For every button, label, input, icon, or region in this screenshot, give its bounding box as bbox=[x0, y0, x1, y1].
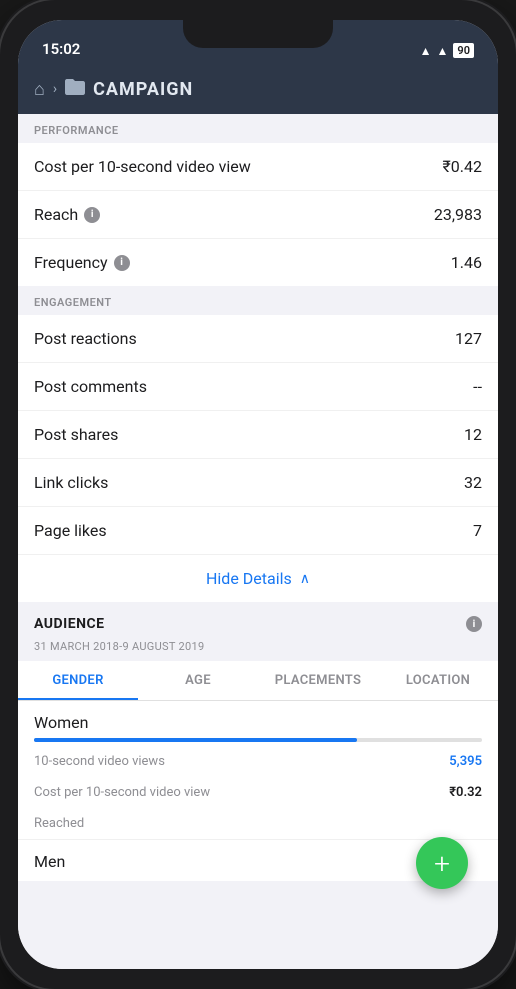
women-video-views-row: 10-second video views 5,395 bbox=[18, 746, 498, 777]
metric-row-post-shares: Post shares 12 bbox=[18, 411, 498, 459]
audience-section: AUDIENCE i 31 MARCH 2018-9 AUGUST 2019 bbox=[18, 602, 498, 661]
main-content: PERFORMANCE Cost per 10-second video vie… bbox=[18, 114, 498, 969]
metric-row-link-clicks: Link clicks 32 bbox=[18, 459, 498, 507]
women-reached-row: Reached bbox=[18, 808, 498, 839]
performance-section-header: PERFORMANCE bbox=[18, 114, 498, 143]
chevron-up-icon: ∧ bbox=[300, 571, 310, 587]
women-video-views-label: 10-second video views bbox=[34, 754, 165, 769]
nav-bar: ⌂ › CAMPAIGN bbox=[18, 64, 498, 114]
women-reached-label: Reached bbox=[34, 816, 84, 831]
metric-value-reach: 23,983 bbox=[434, 205, 482, 224]
metric-value-link-clicks: 32 bbox=[464, 473, 482, 492]
metric-row: Cost per 10-second video view ₹0.42 bbox=[18, 143, 498, 191]
women-bar-fill bbox=[34, 738, 357, 742]
battery-indicator: 90 bbox=[453, 43, 474, 58]
women-gender-label: Women bbox=[18, 701, 498, 738]
metric-label-post-comments: Post comments bbox=[34, 377, 147, 396]
phone-screen: 15:02 ▲ ▲ 90 ⌂ › CAMPAIGN PERFORMANCE bbox=[18, 20, 498, 969]
reach-info-icon[interactable]: i bbox=[84, 207, 100, 223]
tab-gender[interactable]: GENDER bbox=[18, 661, 138, 700]
metric-row-post-reactions: Post reactions 127 bbox=[18, 315, 498, 363]
women-cost-label: Cost per 10-second video view bbox=[34, 785, 210, 800]
tab-age[interactable]: AGE bbox=[138, 661, 258, 700]
engagement-section-header: ENGAGEMENT bbox=[18, 286, 498, 315]
signal-icon: ▲ bbox=[420, 44, 432, 58]
audience-info-icon[interactable]: i bbox=[466, 616, 482, 632]
metric-row-reach: Reach i 23,983 bbox=[18, 191, 498, 239]
metric-value-frequency: 1.46 bbox=[451, 253, 482, 272]
hide-details-label: Hide Details bbox=[206, 569, 292, 588]
audience-tabs: GENDER AGE PLACEMENTS LOCATION bbox=[18, 661, 498, 701]
audience-title: AUDIENCE bbox=[34, 616, 105, 632]
fab-add-button[interactable]: + bbox=[416, 837, 468, 889]
phone-frame: 15:02 ▲ ▲ 90 ⌂ › CAMPAIGN PERFORMANCE bbox=[0, 0, 516, 989]
status-time: 15:02 bbox=[42, 40, 80, 58]
women-cost-value: ₹0.32 bbox=[449, 785, 482, 800]
audience-date-range: 31 MARCH 2018-9 AUGUST 2019 bbox=[18, 636, 498, 661]
hide-details-button[interactable]: Hide Details ∧ bbox=[18, 554, 498, 602]
metric-label-link-clicks: Link clicks bbox=[34, 473, 108, 492]
tab-placements[interactable]: PLACEMENTS bbox=[258, 661, 378, 700]
folder-icon bbox=[65, 79, 85, 100]
status-icons: ▲ ▲ 90 bbox=[420, 43, 474, 58]
metric-label-post-reactions: Post reactions bbox=[34, 329, 137, 348]
notch bbox=[183, 20, 333, 48]
tab-location[interactable]: LOCATION bbox=[378, 661, 498, 700]
women-bar-track bbox=[34, 738, 482, 742]
metric-label-reach: Reach i bbox=[34, 205, 100, 224]
home-icon[interactable]: ⌂ bbox=[34, 79, 45, 100]
metric-value-post-reactions: 127 bbox=[455, 329, 482, 348]
metric-row-post-comments: Post comments -- bbox=[18, 363, 498, 411]
metric-label-frequency: Frequency i bbox=[34, 253, 130, 272]
engagement-card: Post reactions 127 Post comments -- Post… bbox=[18, 315, 498, 554]
metric-value-post-shares: 12 bbox=[464, 425, 482, 444]
metric-value-cost: ₹0.42 bbox=[443, 157, 482, 176]
women-cost-row: Cost per 10-second video view ₹0.32 bbox=[18, 777, 498, 808]
page-title: CAMPAIGN bbox=[93, 79, 193, 100]
fab-plus-icon: + bbox=[434, 847, 450, 880]
frequency-info-icon[interactable]: i bbox=[114, 255, 130, 271]
metric-label-post-shares: Post shares bbox=[34, 425, 118, 444]
women-audience-card: Women 10-second video views 5,395 Cost p… bbox=[18, 701, 498, 839]
women-bar-container bbox=[18, 738, 498, 746]
breadcrumb-chevron: › bbox=[53, 81, 57, 97]
metric-row-frequency: Frequency i 1.46 bbox=[18, 239, 498, 286]
metric-value-post-comments: -- bbox=[473, 377, 482, 396]
metric-value-page-likes: 7 bbox=[473, 521, 482, 540]
metric-label-cost: Cost per 10-second video view bbox=[34, 157, 251, 176]
audience-header: AUDIENCE i bbox=[18, 602, 498, 636]
wifi-icon: ▲ bbox=[437, 44, 449, 58]
metric-row-page-likes: Page likes 7 bbox=[18, 507, 498, 554]
metric-label-page-likes: Page likes bbox=[34, 521, 107, 540]
women-video-views-value: 5,395 bbox=[449, 754, 482, 769]
performance-card: Cost per 10-second video view ₹0.42 Reac… bbox=[18, 143, 498, 286]
